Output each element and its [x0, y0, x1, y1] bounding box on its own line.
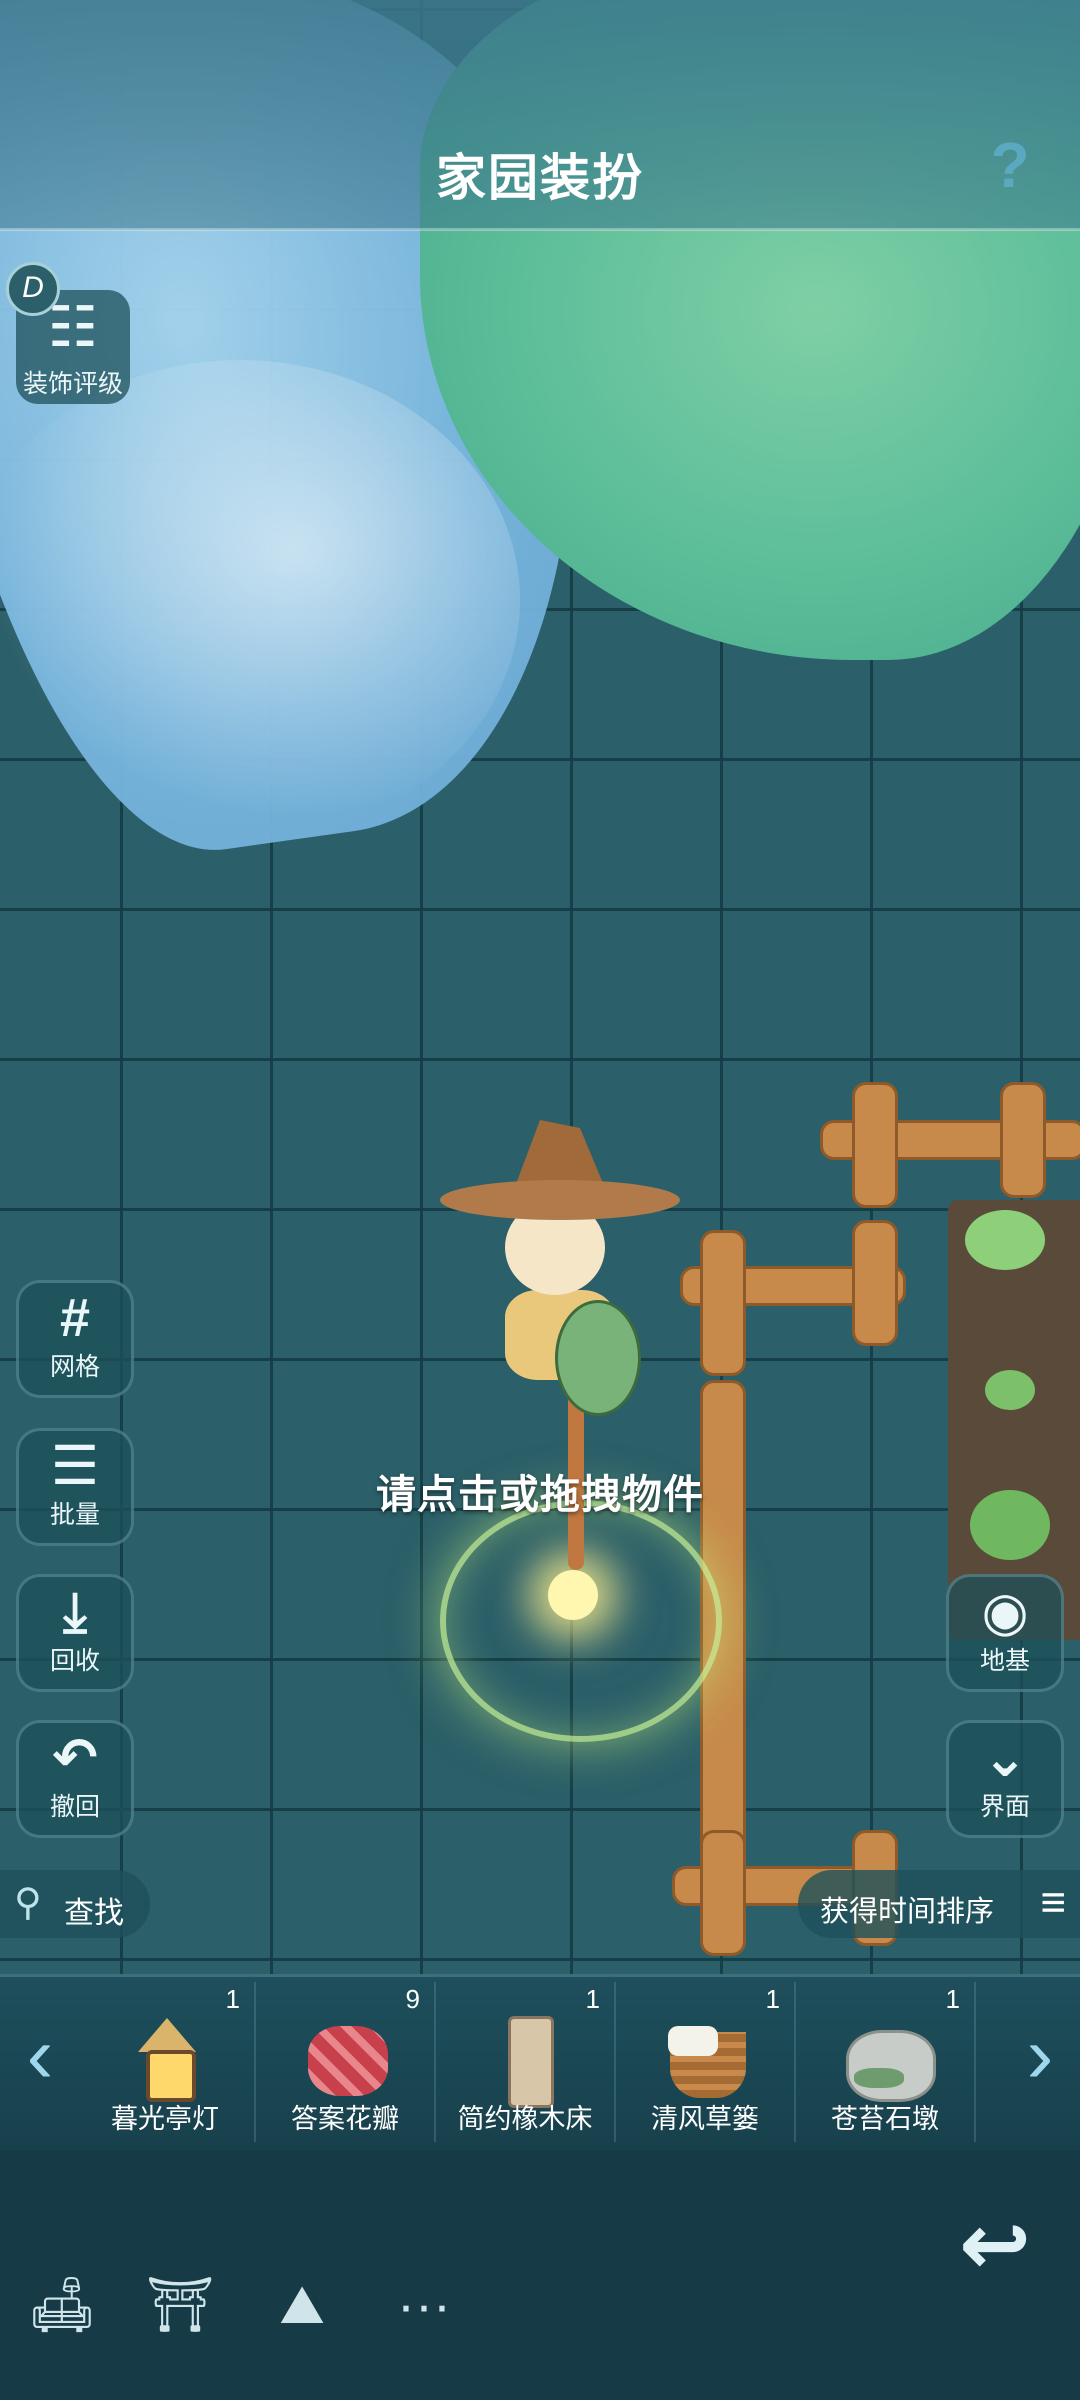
item-count: 9 — [405, 1984, 420, 2014]
item-name: 清风草篓 — [651, 2104, 759, 2134]
decoration-rating-label: 装饰评级 — [22, 370, 123, 398]
item-count: 1 — [945, 1984, 960, 2014]
undo-button[interactable]: ↶ 撤回 — [16, 1720, 134, 1838]
sort-by-acquired-time-button[interactable]: 获得时间排序 ≡ — [798, 1870, 1080, 1938]
fence-post[interactable] — [852, 1220, 898, 1346]
undo-icon: ↶ — [52, 1728, 98, 1788]
interface-label: 界面 — [979, 1793, 1030, 1821]
inventory-prev-arrow[interactable]: ‹ — [18, 2010, 62, 2100]
recycle-label: 回收 — [49, 1647, 100, 1675]
double-chevron-down-icon: ⌄ — [982, 1728, 1028, 1788]
foundation-label: 地基 — [979, 1647, 1030, 1675]
inventory-item[interactable]: 9 答案花瓣 — [256, 1982, 436, 2142]
batch-label: 批量 — [49, 1501, 100, 1529]
item-name: 答案花瓣 — [291, 2104, 399, 2134]
sort-icon: ≡ — [1040, 1878, 1066, 1927]
grid-label: 网格 — [49, 1353, 100, 1381]
game-scene[interactable]: 家园装扮 ? 请点击或拖拽物件 ☷ 装饰评级 D # 网格 ☰ 批量 ⤓ 回收 — [0, 0, 1080, 2400]
plant-sprout — [985, 1370, 1035, 1410]
fence-post[interactable] — [700, 1230, 746, 1376]
foundation-toggle-button[interactable]: ◉ 地基 — [946, 1574, 1064, 1692]
page-title: 家园装扮 — [436, 150, 644, 206]
header-divider — [0, 228, 1080, 231]
item-name: 简约橡木床 — [457, 2104, 593, 2134]
undo-label: 撤回 — [49, 1793, 100, 1821]
inventory-item[interactable]: 1 简约橡木床 — [436, 1982, 616, 2142]
recycle-button[interactable]: ⤓ 回收 — [16, 1574, 134, 1692]
grid-toggle-button[interactable]: # 网格 — [16, 1280, 134, 1398]
fence-post[interactable] — [852, 1082, 898, 1208]
petals-thumbnail — [304, 2012, 390, 2102]
search-button[interactable]: ⚲ 查找 — [0, 1870, 150, 1938]
batch-button[interactable]: ☰ 批量 — [16, 1428, 134, 1546]
inventory-item[interactable]: 1 暮光亭灯 — [76, 1982, 256, 2142]
mossy-stone-thumbnail — [844, 2012, 936, 2102]
interface-toggle-button[interactable]: ⌄ 界面 — [946, 1720, 1064, 1838]
recycle-icon: ⤓ — [63, 1582, 87, 1642]
checklist-icon: ☰ — [50, 1436, 100, 1496]
rating-grade-badge: D — [6, 262, 60, 316]
item-count: 1 — [225, 1984, 240, 2014]
inventory-next-arrow[interactable]: › — [1018, 2010, 1062, 2100]
more-icon[interactable]: ··· — [384, 2270, 464, 2340]
fence-post[interactable] — [1000, 1082, 1046, 1198]
search-label: 查找 — [64, 1897, 124, 1930]
yard-icon[interactable]: ⛩ — [140, 2270, 220, 2340]
search-icon: ⚲ — [14, 1882, 42, 1924]
help-icon[interactable]: ? — [980, 130, 1040, 200]
placement-hint: 请点击或拖拽物件 — [376, 1473, 704, 1517]
item-count: 1 — [585, 1984, 600, 2014]
fence-post[interactable] — [700, 1830, 746, 1956]
sort-label: 获得时间排序 — [820, 1896, 995, 1928]
item-name: 苍苔石墩 — [831, 2104, 939, 2134]
basket-thumbnail — [664, 2012, 750, 2102]
sofa-icon[interactable]: 🛋 — [22, 2270, 102, 2340]
eye-icon: ◉ — [981, 1582, 1029, 1642]
lantern-thumbnail — [124, 2012, 210, 2102]
bed-thumbnail — [484, 2012, 570, 2108]
back-icon[interactable]: ↩ — [950, 2200, 1040, 2290]
grid-icon: # — [59, 1288, 91, 1348]
inventory-item[interactable]: 1 清风草篓 — [616, 1982, 796, 2142]
item-name: 暮光亭灯 — [111, 2104, 219, 2134]
selection-light — [548, 1570, 598, 1620]
plant-flower — [965, 1210, 1045, 1270]
inventory-item[interactable]: 1 苍苔石墩 — [796, 1982, 976, 2142]
landscape-icon[interactable]: ⛰ — [262, 2270, 342, 2340]
item-count: 1 — [765, 1984, 780, 2014]
